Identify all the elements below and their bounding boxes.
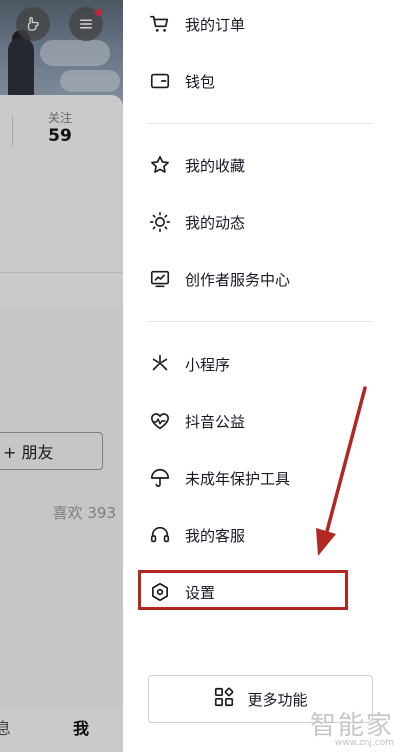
watermark-logo-text: 智能家 [309,711,394,741]
more-features-label: 更多功能 [247,690,308,709]
grid-apps-icon [213,686,235,712]
annotation-arrow [316,386,367,556]
watermark: 智能家 www.znj.com [310,705,394,748]
